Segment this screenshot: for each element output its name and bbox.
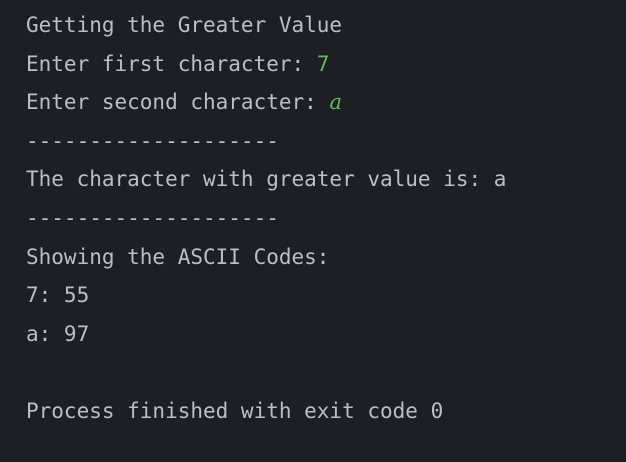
ascii-code-line-1: 7: 55 <box>26 283 90 308</box>
first-character-input: 7 <box>316 51 330 76</box>
ascii-code-line-2: a: 97 <box>26 321 90 346</box>
first-character-prompt: Enter first character: <box>26 51 317 76</box>
second-character-input: a <box>329 90 342 115</box>
console-line-title: Getting the Greater Value <box>26 13 343 37</box>
process-exit-line: Process finished with exit code 0 <box>26 398 444 423</box>
console-line-second-prompt: Enter second character: a <box>26 83 626 122</box>
separator-line-1: -------------------- <box>26 128 279 153</box>
console-line-first-prompt: Enter first character: 7 <box>26 45 626 84</box>
second-character-prompt: Enter second character: <box>26 90 330 115</box>
ascii-header-line: Showing the ASCII Codes: <box>26 244 330 269</box>
console-output: Getting the Greater Value Enter first ch… <box>0 0 626 462</box>
result-line: The character with greater value is: a <box>26 167 507 192</box>
separator-line-2: -------------------- <box>26 205 279 230</box>
